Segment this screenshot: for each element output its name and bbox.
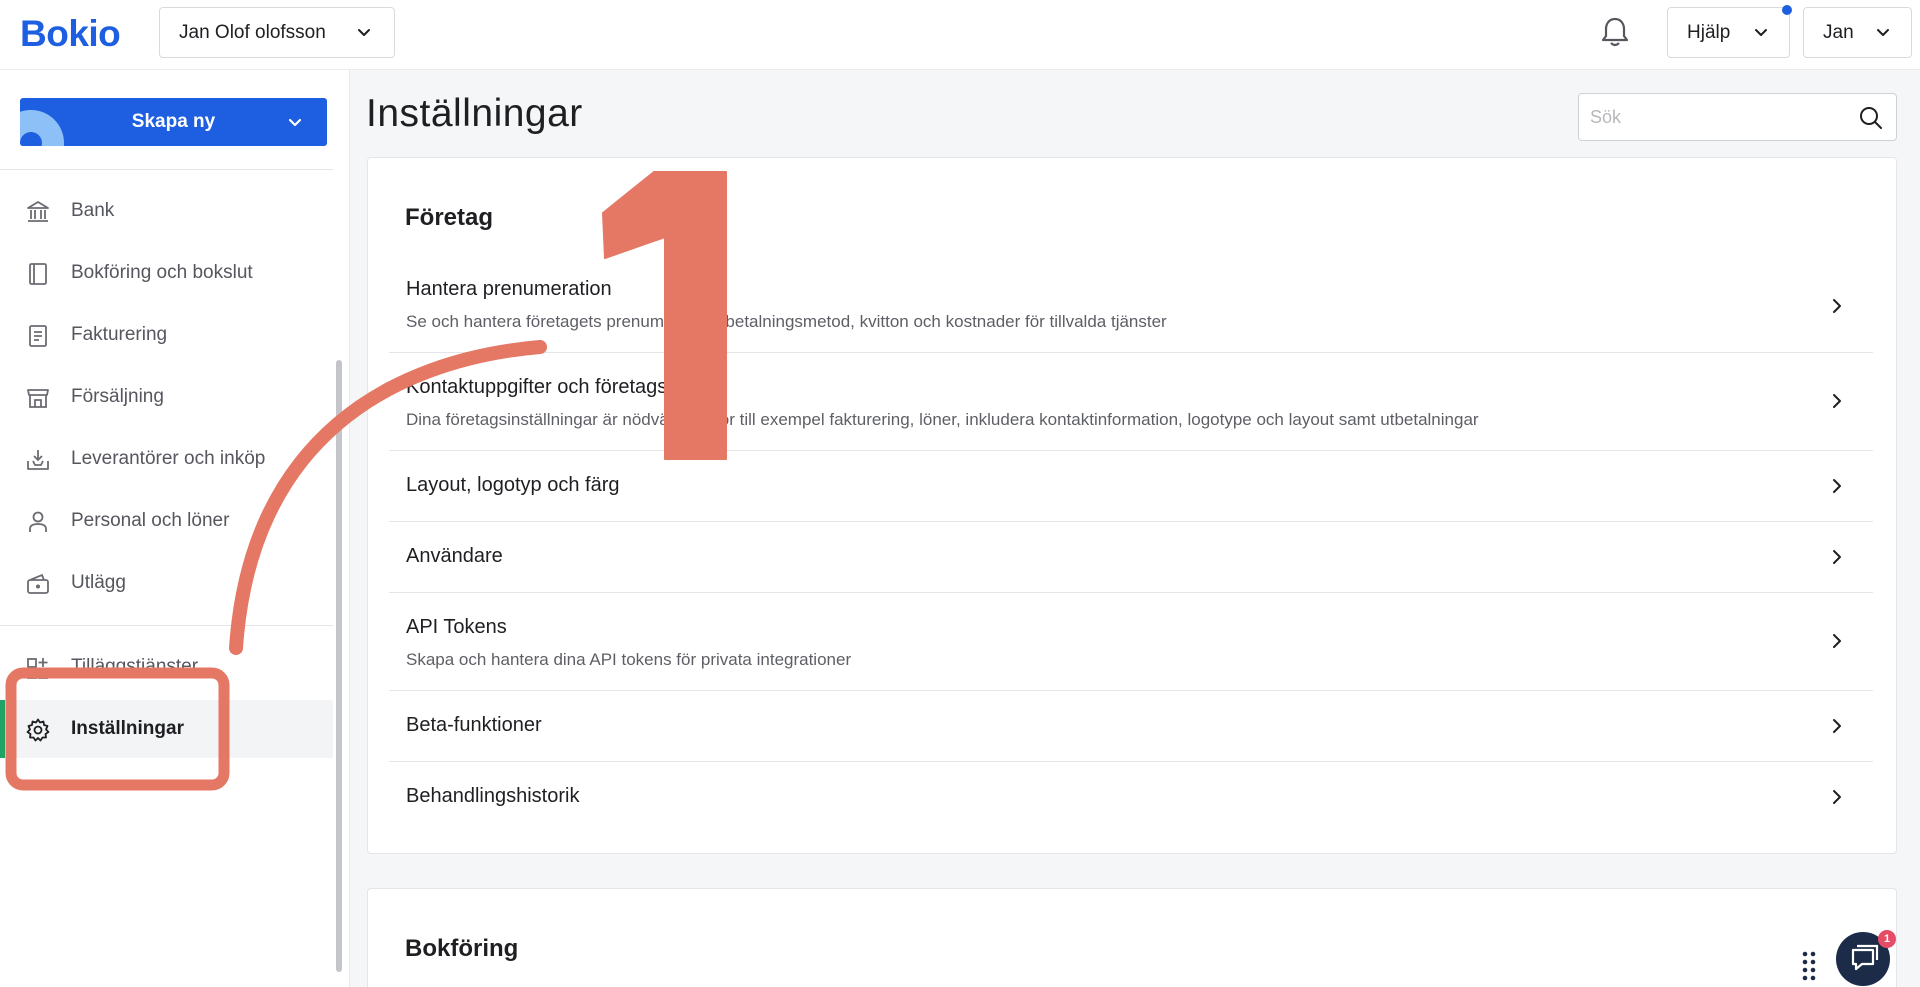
search-icon[interactable]: [1858, 105, 1884, 131]
inbox-download-icon: [27, 450, 49, 470]
store-icon: [27, 389, 49, 408]
add-services-icon: [27, 658, 48, 679]
help-label: Hjälp: [1687, 21, 1731, 43]
chevron-right-icon: [1833, 790, 1841, 804]
row-title: Layout, logotyp och färg: [406, 474, 620, 496]
sidebar-item-label: Leverantörer och inköp: [71, 448, 266, 469]
chevron-right-icon: [1833, 634, 1841, 648]
invoice-icon: [29, 325, 47, 347]
sidebar-scrollbar[interactable]: [336, 360, 342, 972]
notification-dot: [1782, 5, 1792, 15]
sidebar-divider: [0, 169, 333, 170]
sidebar-item-label: Bokföring och bokslut: [71, 262, 253, 283]
row-description: Dina företagsinställningar är nödvändiga…: [406, 410, 1479, 429]
user-label: Jan: [1823, 21, 1854, 43]
settings-row-beta-features[interactable]: Beta-funktioner: [389, 691, 1873, 762]
row-description: Se och hantera företagets prenumeration,…: [406, 312, 1167, 331]
sidebar-item-label: Utlägg: [71, 572, 126, 593]
chevron-right-icon: [1833, 299, 1841, 313]
company-name: Jan Olof olofsson: [179, 21, 326, 43]
create-new-button[interactable]: Skapa ny: [20, 98, 327, 146]
row-title: Behandlingshistorik: [406, 785, 580, 807]
bank-icon: [27, 201, 49, 222]
person-icon: [29, 511, 47, 532]
chevron-down-icon: [358, 29, 370, 36]
section-heading-company: Företag: [405, 204, 494, 231]
chevron-down-icon: [1755, 29, 1767, 36]
search-box[interactable]: [1578, 93, 1897, 141]
search-input[interactable]: [1590, 105, 1840, 129]
sidebar-item-label: Tilläggstjänster: [71, 656, 199, 677]
active-indicator: [0, 700, 5, 758]
row-title: Beta-funktioner: [406, 714, 542, 736]
chevron-right-icon: [1833, 479, 1841, 493]
sidebar-item-settings[interactable]: Inställningar: [0, 700, 333, 758]
gear-icon: [26, 718, 50, 742]
chat-button[interactable]: 1: [1836, 930, 1896, 986]
sidebar-item-expenses[interactable]: Utlägg: [0, 554, 333, 612]
settings-row-processing-history[interactable]: Behandlingshistorik: [389, 762, 1873, 833]
book-icon: [29, 263, 47, 285]
row-title: Användare: [406, 545, 503, 567]
company-selector[interactable]: Jan Olof olofsson: [159, 7, 395, 58]
bell-icon[interactable]: [1598, 14, 1632, 50]
chevron-right-icon: [1833, 394, 1841, 408]
create-new-label: Skapa ny: [131, 111, 216, 132]
sidebar-item-sales[interactable]: Försäljning: [0, 368, 333, 426]
sidebar-item-label: Personal och löner: [71, 510, 230, 531]
wallet-icon: [27, 573, 49, 594]
sidebar-item-invoicing[interactable]: Fakturering: [0, 306, 333, 364]
sidebar-item-payroll[interactable]: Personal och löner: [0, 492, 333, 550]
help-menu-button[interactable]: Hjälp: [1667, 5, 1792, 58]
sidebar-item-bank[interactable]: Bank: [0, 182, 333, 240]
drag-grip-icon[interactable]: [1801, 950, 1817, 987]
row-title: Hantera prenumeration: [406, 278, 612, 300]
page-title: Inställningar: [366, 92, 583, 135]
sidebar-item-add-services[interactable]: Tilläggstjänster: [0, 638, 333, 696]
row-description: Skapa och hantera dina API tokens för pr…: [406, 650, 852, 669]
chat-badge: 1: [1878, 930, 1896, 948]
sidebar-item-suppliers[interactable]: Leverantörer och inköp: [0, 430, 333, 488]
row-title: API Tokens: [406, 616, 507, 638]
chevron-down-icon: [288, 118, 302, 127]
settings-row-contact-info[interactable]: Kontaktuppgifter och företagsgrupp Dina …: [389, 353, 1873, 451]
user-menu-button[interactable]: Jan: [1803, 7, 1912, 58]
sidebar: Skapa ny Bank Bokföring och bokslut Fakt…: [0, 70, 350, 987]
sidebar-item-label: Inställningar: [71, 718, 184, 739]
bokio-logo[interactable]: Bokio: [20, 13, 121, 55]
settings-row-users[interactable]: Användare: [389, 522, 1873, 593]
top-bar: Bokio Jan Olof olofsson Hjälp Jan: [0, 0, 1920, 70]
chevron-right-icon: [1833, 550, 1841, 564]
settings-row-layout[interactable]: Layout, logotyp och färg: [389, 451, 1873, 522]
row-title: Kontaktuppgifter och företagsgrupp: [406, 376, 719, 398]
chevron-down-icon: [1877, 29, 1889, 36]
sidebar-item-label: Bank: [71, 200, 115, 221]
section-heading-bookkeeping: Bokföring: [405, 935, 519, 962]
settings-row-api-tokens[interactable]: API Tokens Skapa och hantera dina API to…: [389, 593, 1873, 691]
settings-row-subscription[interactable]: Hantera prenumeration Se och hantera för…: [389, 262, 1873, 353]
bookkeeping-settings-card: [367, 888, 1897, 987]
sidebar-item-label: Försäljning: [71, 386, 164, 407]
sidebar-item-label: Fakturering: [71, 324, 168, 345]
sidebar-divider: [0, 625, 333, 626]
sidebar-item-bookkeeping[interactable]: Bokföring och bokslut: [0, 244, 333, 302]
chevron-right-icon: [1833, 719, 1841, 733]
